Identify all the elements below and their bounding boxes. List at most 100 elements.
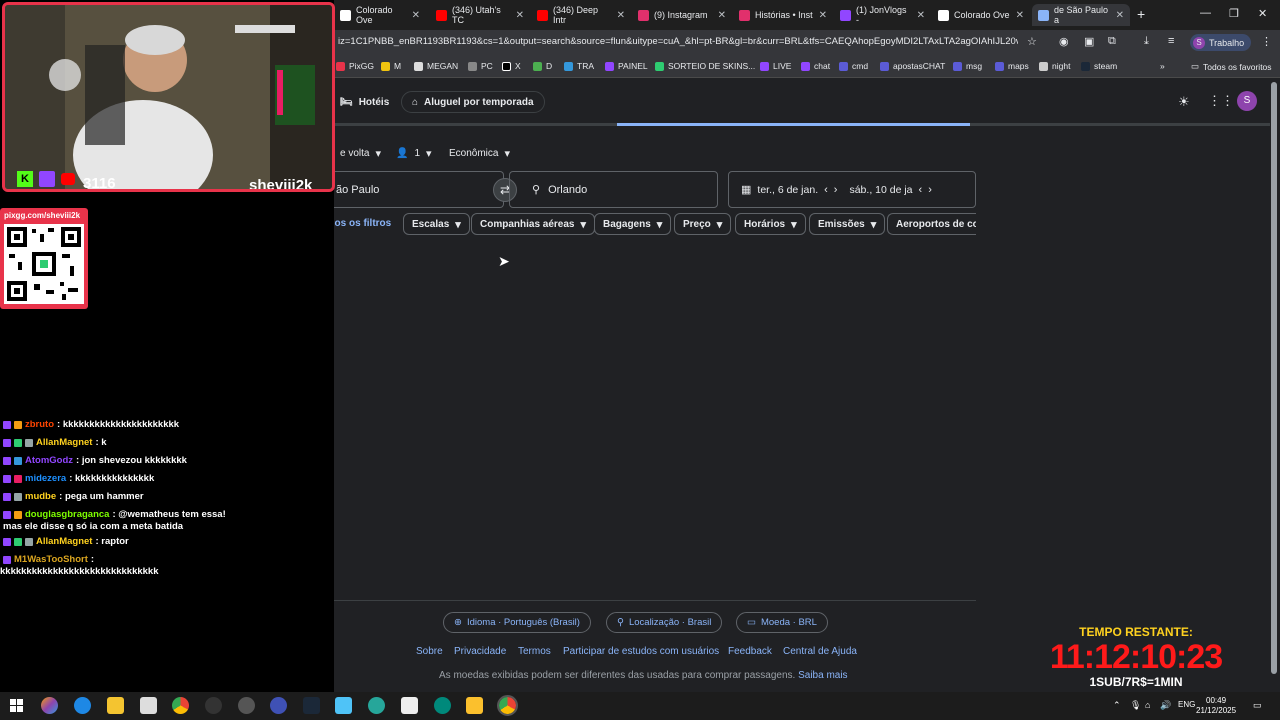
bookmark-item[interactable]: apostasCHAT	[880, 61, 945, 71]
passengers-select[interactable]: 👤 1 ▾	[396, 147, 432, 160]
chrome-icon[interactable]	[172, 697, 189, 714]
bookmark-item[interactable]: steam	[1081, 61, 1117, 71]
bookmark-item[interactable]: maps	[995, 61, 1029, 71]
scrollbar-thumb[interactable]	[1271, 82, 1277, 674]
reading-list-icon[interactable]: ≡	[1168, 35, 1174, 47]
chevron-up-icon[interactable]: ⌃	[1113, 700, 1121, 711]
hotels-nav-button[interactable]: 🛏 Hotéis	[330, 91, 399, 113]
prev-return-icon[interactable]: ‹	[919, 184, 923, 196]
scrollbar[interactable]	[1270, 82, 1278, 674]
filter-chip-price[interactable]: Preço ▾	[674, 213, 732, 235]
close-icon[interactable]: ✕	[819, 10, 827, 21]
minimize-icon[interactable]: —	[1200, 7, 1211, 19]
rentals-nav-button[interactable]: ⌂ Aluguel por temporada	[401, 91, 545, 113]
bookmark-item[interactable]: LIVE	[760, 61, 791, 71]
speaker-icon[interactable]: 🔊	[1160, 700, 1171, 711]
discord-icon[interactable]	[270, 697, 287, 714]
maximize-icon[interactable]: ❐	[1229, 7, 1239, 20]
learn-more-link[interactable]: Saiba mais	[798, 670, 847, 681]
footer-link-privacy[interactable]: Privacidade	[454, 646, 506, 657]
close-icon[interactable]: ✕	[412, 10, 420, 21]
extension-icon[interactable]: ◉	[1059, 35, 1069, 48]
copilot-icon[interactable]	[41, 697, 58, 714]
location-button[interactable]: ⚲ Localização · Brasil	[606, 612, 723, 633]
bookmark-star-icon[interactable]: ☆	[1027, 35, 1037, 48]
tab[interactable]: Colorado Ove ✕	[932, 4, 1030, 26]
tab[interactable]: (1) JonVlogs - ✕	[834, 4, 931, 26]
close-icon[interactable]: ✕	[617, 10, 625, 21]
calculator-icon[interactable]	[401, 697, 418, 714]
store-icon[interactable]	[140, 697, 157, 714]
tab[interactable]: (9) Instagram ✕	[632, 4, 732, 26]
prev-date-icon[interactable]: ‹	[824, 184, 828, 196]
extension-icon[interactable]: ▣	[1084, 35, 1094, 48]
tab-active[interactable]: de São Paulo a ✕	[1032, 4, 1130, 26]
filter-chip-bags[interactable]: Bagagens ▾	[594, 213, 672, 235]
bookmark-item[interactable]: D	[533, 61, 552, 71]
footer-link-terms[interactable]: Termos	[518, 646, 551, 657]
bookmark-item[interactable]: X	[502, 61, 521, 71]
notification-icon[interactable]: ▭	[1253, 700, 1262, 711]
close-icon[interactable]: ✕	[1016, 10, 1024, 21]
language-indicator[interactable]: ENG	[1178, 700, 1195, 709]
close-icon[interactable]: ✕	[917, 10, 925, 21]
destination-input[interactable]: ⚲ Orlando	[509, 171, 718, 208]
footer-link-feedback[interactable]: Feedback	[728, 646, 772, 657]
download-icon[interactable]: ⤓	[1144, 35, 1149, 48]
bookmark-item[interactable]: msg	[953, 61, 982, 71]
network-icon[interactable]: ⌂	[1145, 700, 1150, 710]
tab[interactable]: Histórias • Inst ✕	[733, 4, 833, 26]
filter-chip-times[interactable]: Horários ▾	[735, 213, 806, 235]
app-icon[interactable]	[205, 697, 222, 714]
origin-input[interactable]: ão Paulo	[334, 171, 504, 208]
bookmark-item[interactable]: PAINEL	[605, 61, 648, 71]
tab[interactable]: Colorado Ove ✕	[334, 4, 426, 26]
app-icon[interactable]	[335, 697, 352, 714]
footer-link-about[interactable]: Sobre	[416, 646, 443, 657]
currency-button[interactable]: ▭ Moeda · BRL	[736, 612, 828, 633]
windows-start-icon[interactable]	[10, 699, 23, 712]
bookmark-item[interactable]: PixGG	[336, 61, 374, 71]
all-bookmarks-folder[interactable]: ▭ Todos os favoritos	[1191, 61, 1272, 72]
bookmark-item[interactable]: M	[381, 61, 401, 71]
trip-type-select[interactable]: e volta ▾	[340, 147, 381, 160]
bookmark-item[interactable]: cmd	[839, 61, 868, 71]
bookmark-item[interactable]: chat	[801, 61, 830, 71]
filter-chip-connecting-airports[interactable]: Aeroportos de con	[887, 213, 976, 235]
bookmark-item[interactable]: night	[1039, 61, 1070, 71]
bookmark-item[interactable]: PC	[468, 61, 493, 71]
tab[interactable]: (346) Deep Intr ✕	[531, 4, 631, 26]
close-icon[interactable]: ✕	[1116, 10, 1124, 21]
bookmark-item[interactable]: SORTEIO DE SKINS...	[655, 61, 755, 71]
menu-icon[interactable]: ⋮	[1261, 35, 1272, 48]
cabin-class-select[interactable]: Econômica ▾	[449, 147, 510, 160]
filter-chip-airlines[interactable]: Companhias aéreas ▾	[471, 213, 596, 235]
footer-link-user-studies[interactable]: Participar de estudos com usuários	[563, 646, 719, 657]
filter-chip-emissions[interactable]: Emissões ▾	[809, 213, 886, 235]
url-field[interactable]: iz=1C1PNBB_enBR1193BR1193&cs=1&output=se…	[338, 36, 1018, 47]
system-clock[interactable]: 00:49 21/12/2025	[1196, 696, 1236, 716]
new-tab-icon[interactable]: +	[1137, 6, 1145, 22]
next-return-icon[interactable]: ›	[928, 184, 932, 196]
bookmark-item[interactable]: MEGAN	[414, 61, 458, 71]
chevron-right-icon[interactable]: »	[1160, 61, 1165, 71]
account-avatar[interactable]: S	[1237, 91, 1257, 111]
language-button[interactable]: ⊕ Idioma · Português (Brasil)	[443, 612, 591, 633]
file-explorer-icon[interactable]	[107, 697, 124, 714]
extensions-puzzle-icon[interactable]: ⧉	[1108, 35, 1116, 48]
tab[interactable]: (346) Utah's TC ✕	[430, 4, 530, 26]
app-icon[interactable]	[368, 697, 385, 714]
edge-icon[interactable]	[74, 697, 91, 714]
dates-input[interactable]: ▦ ter., 6 de jan. ‹ › sáb., 10 de ja ‹ ›	[728, 171, 976, 208]
profile-button[interactable]: S Trabalho	[1190, 34, 1252, 51]
app-icon[interactable]	[466, 697, 483, 714]
chrome-active-icon[interactable]	[497, 695, 518, 716]
close-icon[interactable]: ✕	[516, 10, 524, 21]
filter-chip-stops[interactable]: Escalas ▾	[403, 213, 470, 235]
close-icon[interactable]: ✕	[718, 10, 726, 21]
bookmark-item[interactable]: TRA	[564, 61, 594, 71]
settings-gear-icon[interactable]	[238, 697, 255, 714]
app-icon[interactable]	[434, 697, 451, 714]
footer-link-help[interactable]: Central de Ajuda	[783, 646, 857, 657]
next-date-icon[interactable]: ›	[834, 184, 838, 196]
